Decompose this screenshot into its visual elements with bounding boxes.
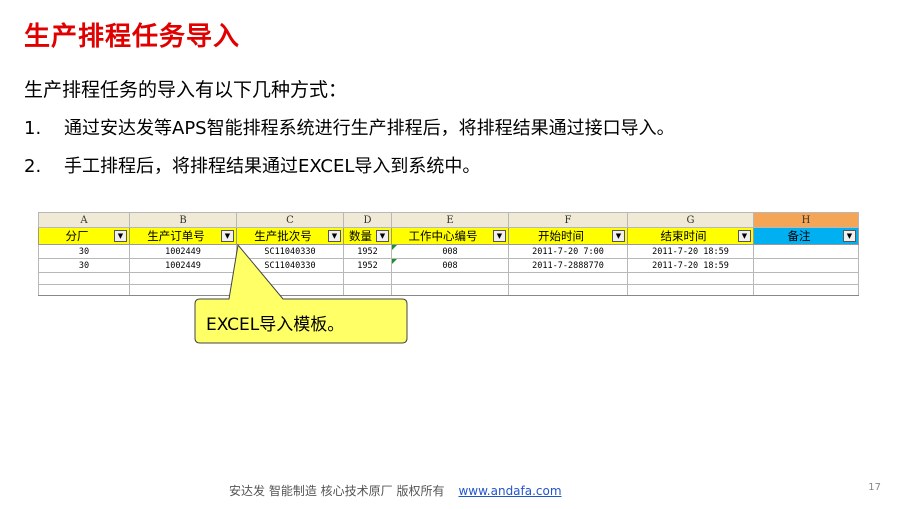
footer: 安达发 智能制造 核心技术原厂 版权所有 www.andafa.com [229,482,562,499]
callout-text: EXCEL导入模板。 [206,315,345,335]
callout-shape [194,243,408,344]
footer-text: 安达发 智能制造 核心技术原厂 版权所有 [229,484,445,498]
website-link[interactable]: www.andafa.com [458,484,561,498]
page-number: 17 [868,482,881,493]
